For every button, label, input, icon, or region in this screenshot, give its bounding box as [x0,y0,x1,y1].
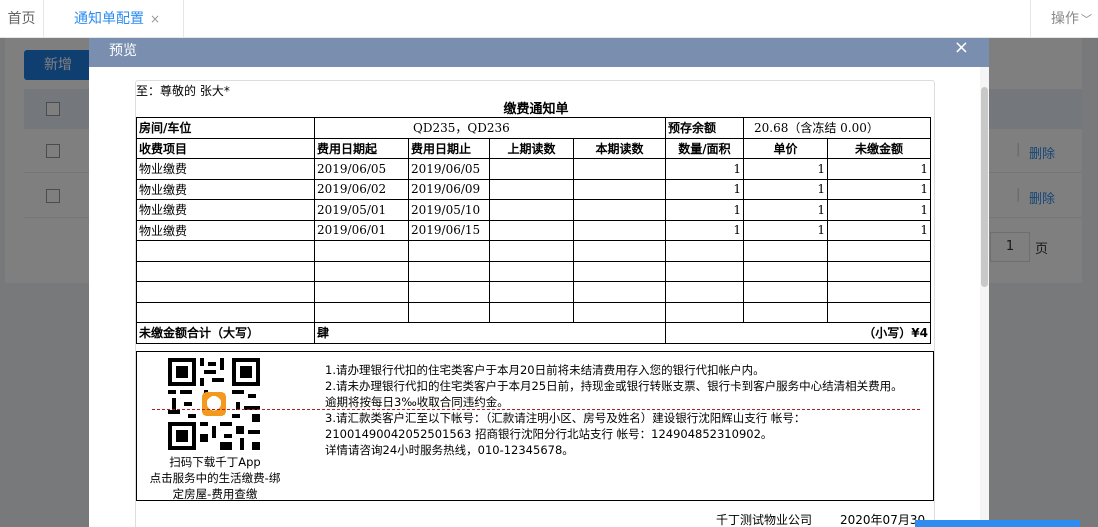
fee-item: 物业缴费 [136,219,315,241]
empty-row [136,240,931,262]
table-row: 物业缴费 2019/06/05 2019/06/05 1 1 1 [136,158,931,180]
notice-footer: 扫码下载千丁App 点击服务中的生活缴费-绑 定房屋-费用查缴 1.请办理银行代… [136,351,934,501]
unpaid-amount: 1 [827,178,931,200]
col-header: 费用日期起 [314,137,409,159]
payment-notice: 至：尊敬的 张大* 缴费通知单 房间/车位 QD235，QD236 预存余额 2… [135,80,935,527]
table-row: 房间/车位 QD235，QD236 预存余额 20.68（含冻结 0.00） [136,117,931,139]
notice-title: 缴费通知单 [503,102,569,117]
date-from: 2019/06/02 [314,178,409,200]
col-header: 费用日期止 [408,137,490,159]
term-line: 1.请办理银行代扣的住宅类客户于本月20日前将未结清费用存入您的银行代扣帐户内。 [325,363,765,377]
prev-reading [489,199,574,221]
table-row: 物业缴费 2019/05/01 2019/05/10 1 1 1 [136,199,931,221]
qr-caption-line: 定房屋-费用查缴 [172,487,258,501]
unpaid-amount: 1 [827,158,931,180]
unit-price: 1 [743,158,828,180]
empty-row [136,281,931,303]
bottom-accent-bar [915,520,1080,527]
col-header: 未缴金额 [827,137,931,159]
unpaid-amount: 1 [827,219,931,241]
empty-row [136,301,931,323]
close-icon[interactable]: × [954,38,969,58]
prev-reading [489,158,574,180]
tab-notice-config[interactable]: 通知单配置 × [44,0,184,38]
term-line: 21001490042052501563 招商银行沈阳分行北站支行 帐号：124… [325,427,773,441]
term-line: 详情请咨询24小时服务热线，010-12345678。 [325,443,574,457]
unit-price: 1 [743,199,828,221]
table-header-row: 收费项目 费用日期起 费用日期止 上期读数 本期读数 数量/面积 单价 未缴金额 [136,137,931,159]
total-lower: （小写）¥4 [665,322,931,344]
chevron-down-icon: ﹀ [1081,13,1092,26]
notice-terms: 1.请办理银行代扣的住宅类客户于本月20日前将未结清费用存入您的银行代扣帐户内。… [325,362,935,458]
room-value: QD235，QD236 [314,117,666,139]
term-line: 2.请未办理银行代扣的住宅类客户于本月25日前，持现金或银行转账支票、银行卡到客… [325,379,903,393]
qr-caption-line: 扫码下载千丁App [169,455,261,469]
date-to: 2019/06/09 [408,178,490,200]
unit-price: 1 [743,219,828,241]
fee-item: 物业缴费 [136,199,315,221]
quantity: 1 [665,178,744,200]
signature-line: 千丁测试物业公司2020年07月30日 [716,511,934,527]
table-row: 物业缴费 2019/06/01 2019/06/15 1 1 1 [136,219,931,241]
fee-item: 物业缴费 [136,178,315,200]
date-to: 2019/05/10 [408,199,490,221]
fee-item: 物业缴费 [136,158,315,180]
date-from: 2019/06/01 [314,219,409,241]
quantity: 1 [665,219,744,241]
curr-reading [573,219,666,241]
table-row: 物业缴费 2019/06/02 2019/06/09 1 1 1 [136,178,931,200]
company-name: 千丁测试物业公司 [716,513,813,527]
fee-table: 房间/车位 QD235，QD236 预存余额 20.68（含冻结 0.00） 收… [136,117,931,344]
col-header: 收费项目 [136,137,315,159]
col-header: 本期读数 [573,137,666,159]
date-to: 2019/06/15 [408,219,490,241]
col-header: 数量/面积 [665,137,744,159]
curr-reading [573,158,666,180]
recipient-line: 至：尊敬的 张大* [136,84,230,98]
col-header: 上期读数 [489,137,574,159]
close-icon[interactable]: × [150,12,160,26]
preview-modal: 预览 × 至：尊敬的 张大* 缴费通知单 房间/车位 QD235，QD236 预… [89,38,989,527]
room-label: 房间/车位 [136,117,315,139]
total-label: 未缴金额合计（大写） [136,322,315,344]
modal-header: 预览 × [89,38,989,67]
prev-reading [489,178,574,200]
col-header: 单价 [743,137,828,159]
total-upper: 肆 [314,322,666,344]
tab-label: 通知单配置 [74,11,144,27]
quantity: 1 [665,199,744,221]
date-to: 2019/06/05 [408,158,490,180]
empty-row [136,260,931,282]
date-from: 2019/06/05 [314,158,409,180]
term-line: 逾期将按每日3‰收取合同违约金。 [325,395,509,409]
modal-title: 预览 [109,43,137,59]
operations-label: 操作 [1051,11,1079,27]
date-from: 2019/05/01 [314,199,409,221]
balance-value: 20.68（含冻结 0.00） [743,117,931,139]
total-row: 未缴金额合计（大写） 肆 （小写）¥4 [136,322,931,344]
quantity: 1 [665,158,744,180]
unpaid-amount: 1 [827,199,931,221]
tab-home[interactable]: 首页 [0,0,44,38]
scrollbar-thumb[interactable] [981,87,988,287]
prev-reading [489,219,574,241]
balance-label: 预存余额 [665,117,744,139]
operations-menu[interactable]: 操作 ﹀ [1030,0,1098,38]
unit-price: 1 [743,178,828,200]
qr-caption-line: 点击服务中的生活缴费-绑 [149,471,281,485]
term-line: 3.请汇款类客户汇至以下帐号：（汇款请注明小区、房号及姓名）建设银行沈阳辉山支行… [325,411,806,425]
page-break-line [152,409,920,410]
curr-reading [573,178,666,200]
qr-code-image [168,358,260,450]
curr-reading [573,199,666,221]
tab-bar: 首页 通知单配置 × 操作 ﹀ [0,0,1098,38]
qr-caption: 扫码下载千丁App 点击服务中的生活缴费-绑 定房屋-费用查缴 [145,454,285,502]
